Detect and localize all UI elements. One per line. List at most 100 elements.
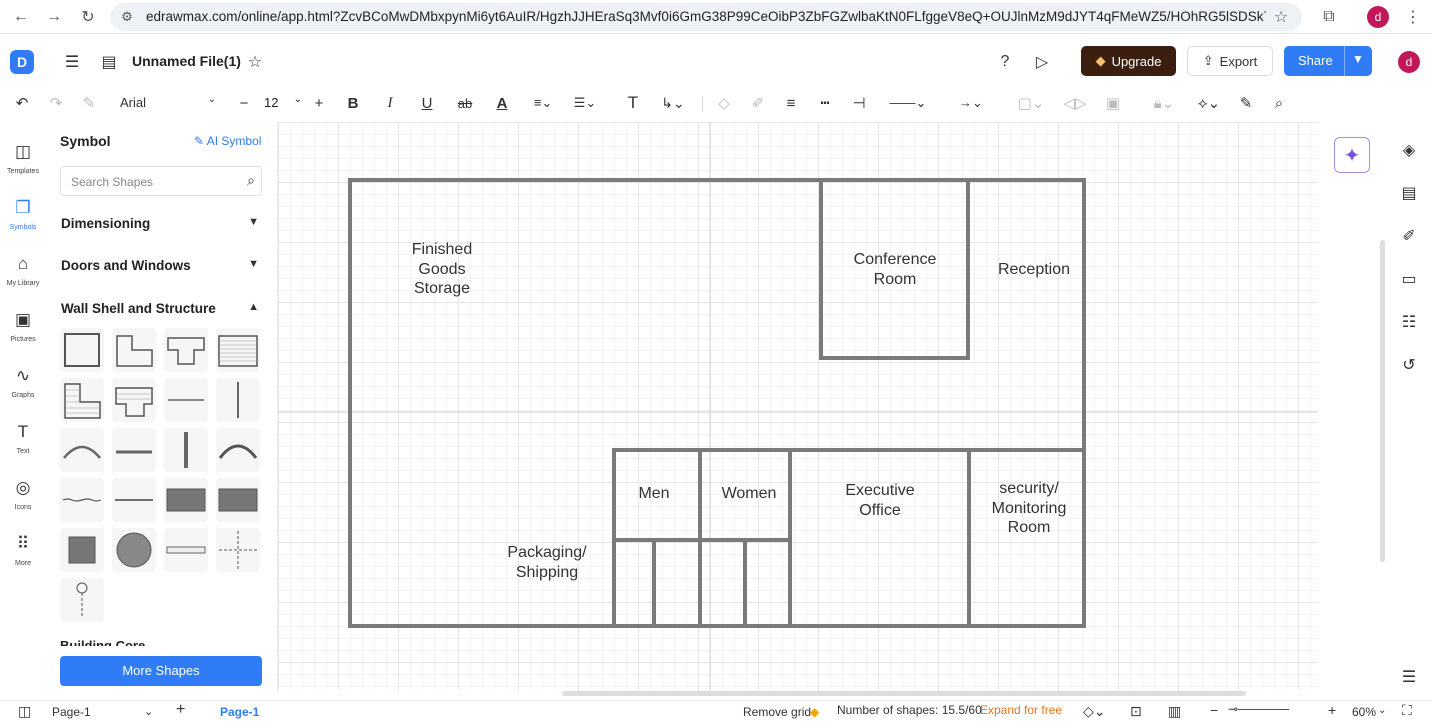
increase-font-icon[interactable]: + xyxy=(310,91,328,115)
address-bar[interactable]: ⚙ edrawmax.com/online/app.html?ZcvBCoMwD… xyxy=(110,3,1302,31)
chevron-down-icon[interactable]: ▼ xyxy=(1352,52,1364,66)
page-setup-icon[interactable]: ▤ xyxy=(1398,182,1420,204)
category-doors-windows[interactable]: Doors and Windows ▼ xyxy=(61,258,263,278)
fill-icon[interactable]: ◇ xyxy=(714,91,734,115)
share-button[interactable]: Share ▼ xyxy=(1284,46,1372,76)
dash-style-icon[interactable]: ┅ xyxy=(815,91,835,115)
extensions-icon[interactable]: ⧉ xyxy=(1318,6,1340,28)
bookmark-star-icon[interactable]: ☆ xyxy=(1270,6,1292,28)
room-label-security[interactable]: security/ Monitoring Room xyxy=(974,479,1084,538)
line-color-icon[interactable]: ✐ xyxy=(748,91,768,115)
book-icon[interactable]: ▥ xyxy=(1168,703,1181,720)
flip-icon[interactable]: ◁▷ xyxy=(1060,91,1090,115)
shape-l-striped[interactable] xyxy=(60,378,104,422)
group-icon[interactable]: ▣ xyxy=(1103,91,1123,115)
export-button[interactable]: ⇪ Export xyxy=(1187,46,1273,76)
theme-icon[interactable]: ✐ xyxy=(1398,225,1420,247)
more-shapes-button[interactable]: More Shapes xyxy=(60,656,262,686)
chevron-down-icon[interactable]: ⌄ xyxy=(144,705,153,718)
underline-icon[interactable]: U xyxy=(418,91,436,115)
shape-grid-marker[interactable] xyxy=(60,578,104,622)
zoom-level[interactable]: 60% xyxy=(1352,705,1376,719)
browser-profile-avatar[interactable]: d xyxy=(1367,6,1389,28)
file-name[interactable]: Unnamed File(1) xyxy=(132,53,241,69)
rail-more[interactable]: ⠿ More xyxy=(0,522,46,572)
shape-axis[interactable] xyxy=(216,528,260,572)
vertical-scrollbar[interactable] xyxy=(1380,240,1385,562)
history-icon[interactable]: ↺ xyxy=(1398,354,1420,376)
settings-sliders-icon[interactable]: ☰ xyxy=(1398,666,1420,688)
italic-icon[interactable]: I xyxy=(381,91,399,115)
style-icon[interactable]: ⟡⌄ xyxy=(1193,91,1225,115)
room-label-executive[interactable]: Executive Office xyxy=(818,481,942,520)
lock-icon[interactable]: 🔒︎⌄ xyxy=(1148,91,1180,115)
strikethrough-icon[interactable]: ab xyxy=(454,91,476,115)
page-panel-icon[interactable]: ◫ xyxy=(18,703,31,720)
reload-icon[interactable]: ↻ xyxy=(77,6,99,28)
presentation-icon[interactable]: ▭ xyxy=(1398,268,1420,290)
shape-thick-vertical-wall[interactable] xyxy=(164,428,208,472)
rail-my-library[interactable]: ⌂ My Library xyxy=(0,242,46,292)
chevron-down-icon[interactable]: ⌄ xyxy=(1378,705,1386,716)
shape-t-striped[interactable] xyxy=(112,378,156,422)
expand-for-free-link[interactable]: Expand for free xyxy=(980,703,1062,717)
font-color-icon[interactable]: A xyxy=(492,91,512,115)
align-icon[interactable]: ≡⌄ xyxy=(528,91,558,115)
category-dimensioning[interactable]: Dimensioning ▼ xyxy=(61,216,263,236)
line-spacing-icon[interactable]: ☰⌄ xyxy=(569,91,601,115)
font-family-select[interactable]: Arial ⌄ xyxy=(114,92,220,114)
shape-arc-wall[interactable] xyxy=(60,428,104,472)
shape-horizontal-wall[interactable] xyxy=(164,378,208,422)
rail-symbols[interactable]: ❐ Symbols xyxy=(0,186,46,236)
notes-icon[interactable]: ☷ xyxy=(1398,311,1420,333)
connector-icon[interactable]: ↳⌄ xyxy=(657,91,689,115)
shape-filled-rect[interactable] xyxy=(164,478,208,522)
shape-vertical-wall[interactable] xyxy=(216,378,260,422)
room-label-reception[interactable]: Reception xyxy=(978,260,1090,280)
add-page-icon[interactable]: + xyxy=(176,701,185,719)
browser-menu-icon[interactable]: ⋮ xyxy=(1402,6,1424,28)
fullscreen-icon[interactable]: ⛶ xyxy=(1402,702,1412,719)
redo-icon[interactable]: ↷ xyxy=(46,91,66,115)
focus-icon[interactable]: ⊡ xyxy=(1130,703,1142,720)
shape-line-wall[interactable] xyxy=(112,478,156,522)
bold-icon[interactable]: B xyxy=(344,91,362,115)
font-size-select[interactable]: 12 ⌄ xyxy=(258,92,304,114)
search-icon[interactable]: ⌕ xyxy=(247,172,255,189)
zoom-slider[interactable]: ⊸────── xyxy=(1228,702,1289,716)
search-input[interactable]: Search Shapes ⌕ xyxy=(60,166,262,196)
zoom-out-icon[interactable]: − xyxy=(1210,702,1218,718)
arrow-style-select[interactable]: →⌄ xyxy=(950,91,992,115)
save-icon[interactable]: ▤ xyxy=(97,50,121,74)
shape-arc-wall-2[interactable] xyxy=(216,428,260,472)
back-icon[interactable]: ← xyxy=(10,6,32,28)
text-tool-icon[interactable]: T xyxy=(623,91,643,115)
shadow-icon[interactable]: ▢⌄ xyxy=(1016,91,1046,115)
menu-icon[interactable]: ☰ xyxy=(60,50,84,74)
rail-templates[interactable]: ◫ Templates xyxy=(0,130,46,180)
play-icon[interactable]: ▷ xyxy=(1030,50,1054,74)
rail-icons[interactable]: ◎ Icons xyxy=(0,466,46,516)
category-wall-shell[interactable]: Wall Shell and Structure ▲ xyxy=(61,301,263,321)
upgrade-button[interactable]: ◆ Upgrade xyxy=(1081,46,1176,76)
forward-icon[interactable]: → xyxy=(43,6,65,28)
page-tab[interactable]: Page-1 xyxy=(220,705,259,719)
horizontal-scrollbar[interactable] xyxy=(562,691,1246,696)
room-label-finished-goods[interactable]: Finished Goods Storage xyxy=(382,240,502,299)
shape-wavy-wall[interactable] xyxy=(60,478,104,522)
shape-round-column[interactable] xyxy=(112,528,156,572)
find-icon[interactable]: ⌕ xyxy=(1269,91,1289,115)
shape-l-room[interactable] xyxy=(112,328,156,372)
drawing-canvas[interactable]: Finished Goods Storage Conference Room R… xyxy=(278,122,1318,690)
room-label-conference[interactable]: Conference Room xyxy=(830,250,960,289)
shape-thick-wall[interactable] xyxy=(112,428,156,472)
line-style-select[interactable]: ——⌄ xyxy=(884,91,932,115)
site-settings-icon[interactable]: ⚙ xyxy=(116,6,138,28)
page-selector[interactable]: Page-1 xyxy=(52,705,91,719)
decrease-font-icon[interactable]: − xyxy=(236,91,252,115)
remove-grid-button[interactable]: Remove grid xyxy=(743,705,811,719)
edit-shape-icon[interactable]: ✎ xyxy=(1236,91,1256,115)
shape-wall-room[interactable] xyxy=(60,328,104,372)
style-fill-icon[interactable]: ◈ xyxy=(1398,139,1420,161)
rail-graphs[interactable]: ∿ Graphs xyxy=(0,354,46,404)
